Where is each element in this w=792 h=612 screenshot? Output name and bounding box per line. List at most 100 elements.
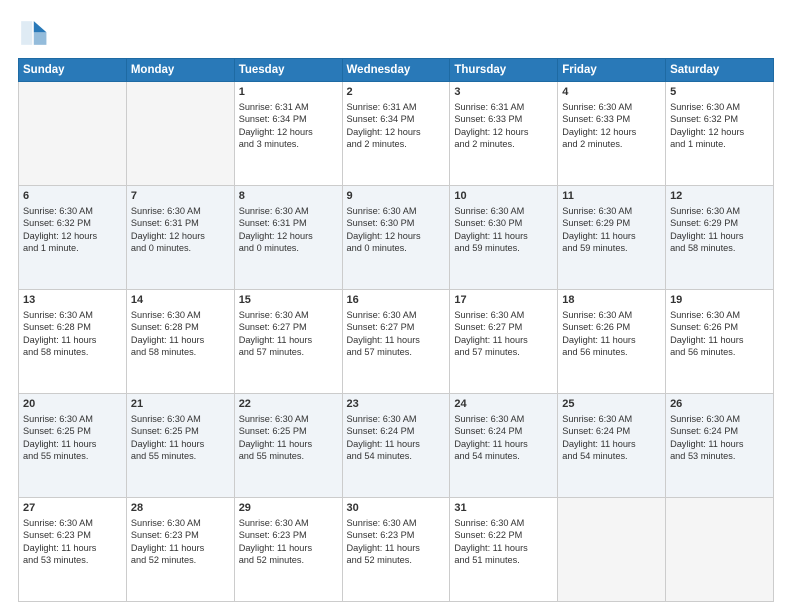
day-info-line: and 57 minutes. (347, 347, 412, 357)
day-info-line: Daylight: 12 hours (670, 127, 744, 137)
calendar-cell-day: 4Sunrise: 6:30 AMSunset: 6:33 PMDaylight… (558, 82, 666, 186)
day-info-line: Sunrise: 6:30 AM (670, 102, 740, 112)
calendar-cell-day: 5Sunrise: 6:30 AMSunset: 6:32 PMDaylight… (666, 82, 774, 186)
day-info-line: Sunrise: 6:30 AM (131, 518, 201, 528)
day-info-line: Daylight: 12 hours (347, 127, 421, 137)
day-info-line: Daylight: 12 hours (347, 231, 421, 241)
day-number: 11 (562, 189, 661, 204)
day-info-line: Daylight: 12 hours (23, 231, 97, 241)
day-number: 9 (347, 189, 446, 204)
day-info-line: Sunrise: 6:30 AM (670, 206, 740, 216)
day-number: 5 (670, 85, 769, 100)
day-info-line: Sunrise: 6:30 AM (562, 102, 632, 112)
header (18, 18, 774, 48)
day-info-line: and 54 minutes. (454, 451, 519, 461)
day-info-line: Sunrise: 6:30 AM (347, 518, 417, 528)
calendar-table: SundayMondayTuesdayWednesdayThursdayFrid… (18, 58, 774, 602)
calendar-cell-day: 28Sunrise: 6:30 AMSunset: 6:23 PMDayligh… (126, 498, 234, 602)
calendar-cell-day: 27Sunrise: 6:30 AMSunset: 6:23 PMDayligh… (19, 498, 127, 602)
day-info-line: and 57 minutes. (239, 347, 304, 357)
calendar-cell-empty (126, 82, 234, 186)
calendar-week-row: 13Sunrise: 6:30 AMSunset: 6:28 PMDayligh… (19, 290, 774, 394)
day-info-line: and 58 minutes. (131, 347, 196, 357)
day-number: 17 (454, 293, 553, 308)
day-info-line: Sunrise: 6:30 AM (562, 414, 632, 424)
day-info-line: and 59 minutes. (562, 243, 627, 253)
day-info-line: Sunrise: 6:31 AM (347, 102, 417, 112)
calendar-week-row: 6Sunrise: 6:30 AMSunset: 6:32 PMDaylight… (19, 186, 774, 290)
day-info-line: Sunset: 6:23 PM (23, 530, 91, 540)
day-info-line: Sunset: 6:26 PM (562, 322, 630, 332)
calendar-cell-day: 30Sunrise: 6:30 AMSunset: 6:23 PMDayligh… (342, 498, 450, 602)
day-header-wednesday: Wednesday (342, 59, 450, 82)
day-info-line: Daylight: 11 hours (562, 335, 635, 345)
calendar-week-row: 1 Sunrise: 6:31 AM Sunset: 6:34 PM Daylight… (19, 82, 774, 186)
day-info-line: Daylight: 11 hours (23, 543, 96, 553)
day-info-line: and 0 minutes. (131, 243, 191, 253)
day-info-line: Sunrise: 6:30 AM (454, 310, 524, 320)
day-info-line: and 53 minutes. (670, 451, 735, 461)
day-number: 24 (454, 397, 553, 412)
day-number: 3 (454, 85, 553, 100)
calendar-cell-day: 15Sunrise: 6:30 AMSunset: 6:27 PMDayligh… (234, 290, 342, 394)
day-number: 10 (454, 189, 553, 204)
day-info-line: and 2 minutes. (347, 139, 407, 149)
day-info-line: Daylight: 11 hours (454, 439, 527, 449)
day-info-line: Sunrise: 6:30 AM (239, 518, 309, 528)
calendar-cell-day: 22Sunrise: 6:30 AMSunset: 6:25 PMDayligh… (234, 394, 342, 498)
day-info-line: and 2 minutes. (454, 139, 514, 149)
day-number: 16 (347, 293, 446, 308)
calendar-cell-day: 7Sunrise: 6:30 AMSunset: 6:31 PMDaylight… (126, 186, 234, 290)
calendar-cell-day: 21Sunrise: 6:30 AMSunset: 6:25 PMDayligh… (126, 394, 234, 498)
calendar-cell-day: 20Sunrise: 6:30 AMSunset: 6:25 PMDayligh… (19, 394, 127, 498)
day-info-line: Sunset: 6:25 PM (239, 426, 307, 436)
calendar-cell-empty (558, 498, 666, 602)
calendar-cell-day: 2 Sunrise: 6:31 AM Sunset: 6:34 PM Daylight… (342, 82, 450, 186)
day-info-line: Sunset: 6:31 PM (239, 218, 307, 228)
day-header-saturday: Saturday (666, 59, 774, 82)
day-info-line: Sunset: 6:30 PM (347, 218, 415, 228)
day-info-line: Sunrise: 6:31 AM (239, 102, 309, 112)
day-info-line: Sunrise: 6:30 AM (131, 310, 201, 320)
calendar-cell-day: 8Sunrise: 6:30 AMSunset: 6:31 PMDaylight… (234, 186, 342, 290)
day-info-line: Daylight: 11 hours (454, 335, 527, 345)
day-info-line: Sunrise: 6:30 AM (23, 310, 93, 320)
day-info-line: Sunset: 6:27 PM (347, 322, 415, 332)
day-header-thursday: Thursday (450, 59, 558, 82)
day-info-line: Sunrise: 6:30 AM (239, 414, 309, 424)
calendar-week-row: 20Sunrise: 6:30 AMSunset: 6:25 PMDayligh… (19, 394, 774, 498)
day-info-line: Sunset: 6:34 PM (347, 114, 415, 124)
day-info-line: and 59 minutes. (454, 243, 519, 253)
day-info-line: Sunrise: 6:30 AM (23, 206, 93, 216)
day-info-line: Daylight: 11 hours (23, 439, 96, 449)
day-number: 13 (23, 293, 122, 308)
calendar-cell-day: 18Sunrise: 6:30 AMSunset: 6:26 PMDayligh… (558, 290, 666, 394)
day-number: 14 (131, 293, 230, 308)
day-info-line: Daylight: 11 hours (562, 439, 635, 449)
day-info-line: Sunrise: 6:30 AM (347, 414, 417, 424)
day-number: 7 (131, 189, 230, 204)
day-info-line: and 51 minutes. (454, 555, 519, 565)
generalblue-logo-icon (18, 18, 48, 48)
day-number: 29 (239, 501, 338, 516)
day-info-line: Daylight: 11 hours (23, 335, 96, 345)
day-info-line: Sunrise: 6:30 AM (131, 206, 201, 216)
calendar-cell-empty (666, 498, 774, 602)
day-header-monday: Monday (126, 59, 234, 82)
day-info-line: Sunrise: 6:30 AM (239, 206, 309, 216)
day-info-line: Sunrise: 6:30 AM (347, 310, 417, 320)
day-info-line: Daylight: 11 hours (131, 439, 204, 449)
day-info-line: Sunset: 6:22 PM (454, 530, 522, 540)
day-info-line: Daylight: 11 hours (562, 231, 635, 241)
day-info-line: Daylight: 12 hours (239, 231, 313, 241)
day-number: 1 (239, 85, 338, 100)
day-info-line: and 0 minutes. (347, 243, 407, 253)
day-info-line: Sunrise: 6:30 AM (239, 310, 309, 320)
day-info-line: Sunset: 6:30 PM (454, 218, 522, 228)
day-info-line: Sunrise: 6:31 AM (454, 102, 524, 112)
day-info-line: and 55 minutes. (131, 451, 196, 461)
day-info-line: and 54 minutes. (562, 451, 627, 461)
calendar-cell-day: 29Sunrise: 6:30 AMSunset: 6:23 PMDayligh… (234, 498, 342, 602)
day-info-line: Sunset: 6:24 PM (562, 426, 630, 436)
day-number: 2 (347, 85, 446, 100)
